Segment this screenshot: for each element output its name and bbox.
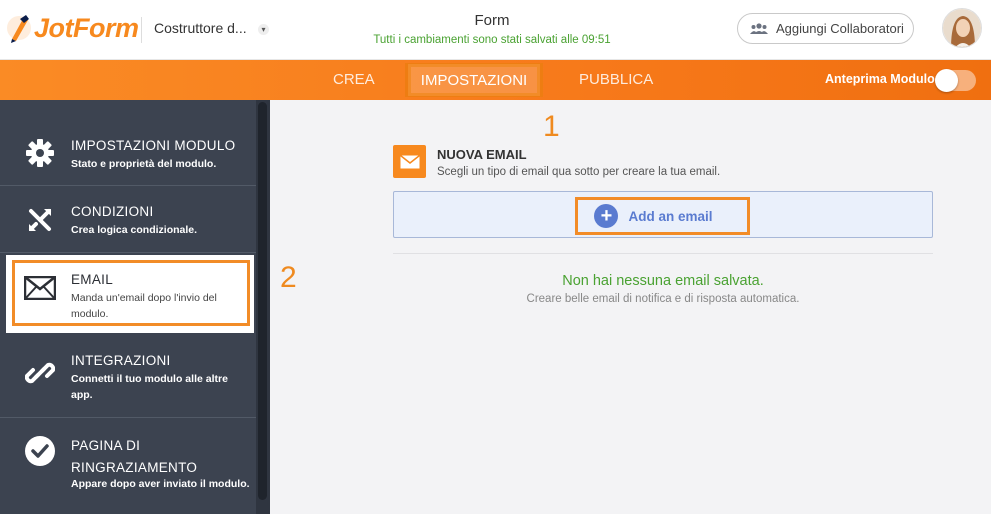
tab-impostazioni[interactable]: IMPOSTAZIONI <box>408 64 540 96</box>
divider <box>393 253 933 254</box>
top-bar: JotForm Costruttore d... ▾ Form Tutti i … <box>0 0 991 60</box>
main-nav: CREA IMPOSTAZIONI PUBBLICA Anteprima Mod… <box>0 60 991 100</box>
envelope-icon <box>393 145 426 178</box>
sidebar-item-desc: Connetti il tuo modulo alle altre app. <box>71 373 228 401</box>
sidebar-item-title: IMPOSTAZIONI MODULO <box>71 138 236 153</box>
sidebar-item-form-settings[interactable]: IMPOSTAZIONI MODULO Stato e proprietà de… <box>0 100 256 186</box>
sidebar-item-thank-you-page[interactable]: PAGINA DI RINGRAZIAMENTO Appare dopo ave… <box>0 418 256 514</box>
users-icon <box>750 22 768 34</box>
avatar[interactable] <box>942 8 982 48</box>
sidebar-item-desc: Appare dopo aver inviato il modulo. <box>71 478 250 490</box>
scrollbar-thumb[interactable] <box>258 102 267 500</box>
sidebar-item-desc: Stato e proprietà del modulo. <box>71 158 217 170</box>
annotation-number-2: 2 <box>280 261 297 294</box>
new-email-title: NUOVA EMAIL <box>437 147 527 162</box>
user-avatar-image <box>943 9 981 47</box>
plus-circle-icon: + <box>594 204 619 228</box>
main-content <box>270 100 991 514</box>
empty-state-subtitle: Creare belle email di notifica e di risp… <box>526 293 800 305</box>
sidebar-item-desc: Crea logica condizionale. <box>71 224 198 236</box>
preview-label: Anteprima Modulo <box>825 72 935 86</box>
tab-crea[interactable]: CREA <box>333 60 375 100</box>
new-email-subtitle: Scegli un tipo di email qua sotto per cr… <box>437 166 721 178</box>
check-circle-icon <box>22 433 58 469</box>
annotation-number-1: 1 <box>543 110 560 143</box>
empty-state-title: Non hai nessuna email salvata. <box>562 273 764 289</box>
collab-label: Aggiungi Collaboratori <box>776 21 904 36</box>
add-email-button[interactable]: + Add an email <box>575 197 750 235</box>
sidebar-item-conditions[interactable]: CONDIZIONI Crea logica condizionale. <box>0 186 256 253</box>
link-icon <box>22 355 58 391</box>
add-email-label: Add an email <box>628 208 713 224</box>
tab-pubblica[interactable]: PUBBLICA <box>579 60 653 100</box>
preview-toggle[interactable] <box>935 69 976 92</box>
sidebar-item-integrations[interactable]: INTEGRAZIONI Connetti il tuo modulo alle… <box>0 335 256 418</box>
sidebar-item-title: CONDIZIONI <box>71 204 154 219</box>
add-collaborators-button[interactable]: Aggiungi Collaboratori <box>737 13 914 44</box>
sidebar-item-title: INTEGRAZIONI <box>71 353 171 368</box>
highlight-box-email <box>12 260 250 326</box>
gear-icon <box>22 135 58 171</box>
conditions-icon <box>22 202 58 238</box>
toggle-knob <box>935 69 958 92</box>
sidebar-scrollbar[interactable] <box>256 100 270 514</box>
sidebar-item-title: PAGINA DI RINGRAZIAMENTO <box>71 438 198 475</box>
